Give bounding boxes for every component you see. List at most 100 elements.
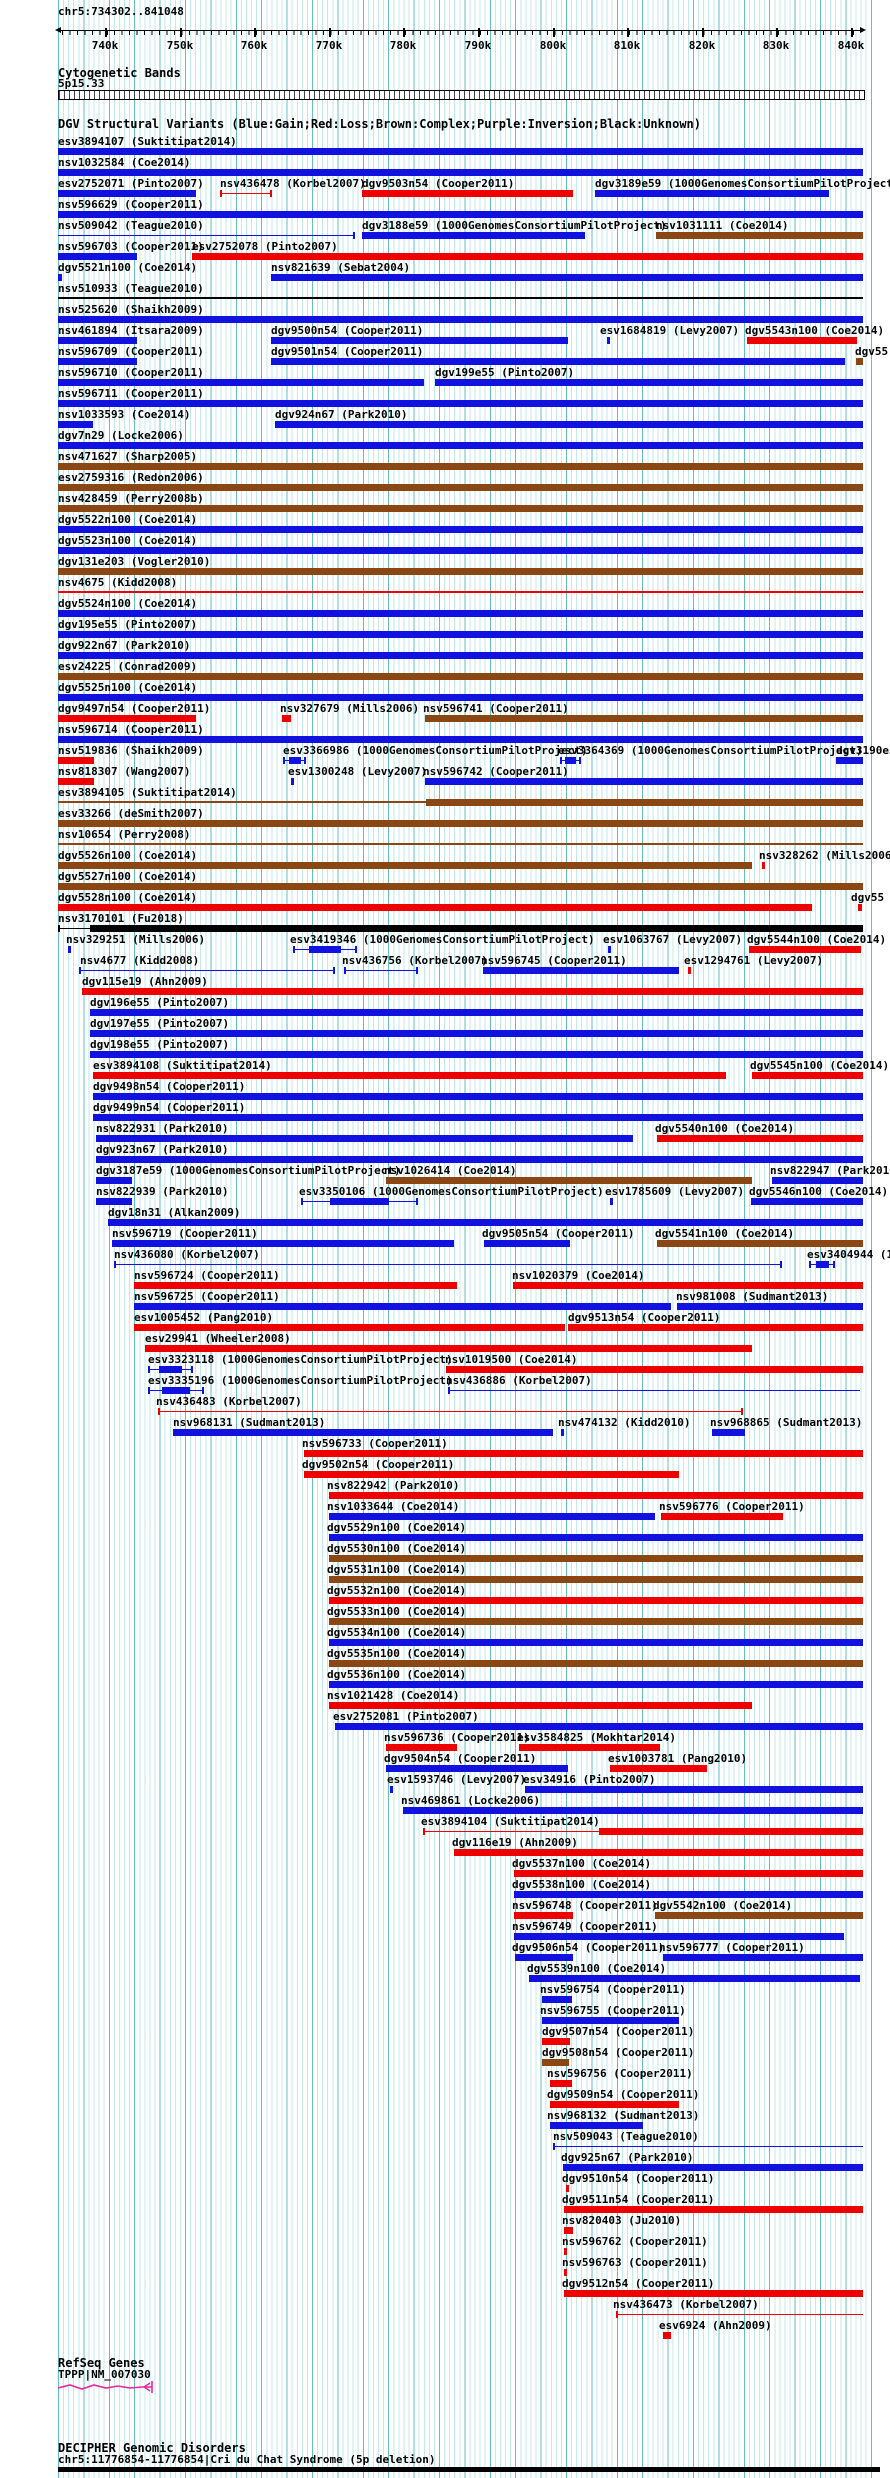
variant-bar-endcap[interactable]	[191, 1366, 193, 1373]
variant-bar[interactable]	[192, 253, 863, 260]
variant-bar[interactable]	[514, 1933, 844, 1940]
variant-bar[interactable]	[329, 1702, 752, 1709]
variant-bar[interactable]	[134, 1282, 457, 1289]
variant-bar[interactable]	[657, 1240, 863, 1247]
variant-bar-endcap[interactable]	[202, 1387, 204, 1394]
variant-bar[interactable]	[58, 652, 863, 659]
variant-bar[interactable]	[542, 2059, 569, 2066]
variant-bar[interactable]	[58, 801, 426, 803]
variant-bar[interactable]	[58, 694, 863, 701]
variant-bar-endcap[interactable]	[741, 1408, 743, 1415]
variant-bar[interactable]	[58, 610, 863, 617]
variant-bar[interactable]	[335, 1723, 863, 1730]
variant-bar[interactable]	[329, 1597, 863, 1604]
variant-bar-endcap[interactable]	[79, 967, 81, 974]
variant-bar[interactable]	[96, 1156, 863, 1163]
variant-bar[interactable]	[484, 1240, 570, 1247]
variant-bar[interactable]	[752, 1072, 863, 1079]
variant-bar[interactable]	[425, 715, 863, 722]
variant-bar[interactable]	[162, 1387, 190, 1394]
variant-bar[interactable]	[79, 970, 335, 971]
variant-bar[interactable]	[330, 1198, 389, 1205]
variant-bar[interactable]	[661, 1513, 783, 1520]
variant-bar[interactable]	[134, 1303, 671, 1310]
variant-bar[interactable]	[58, 778, 94, 785]
variant-bar[interactable]	[90, 1030, 863, 1037]
variant-bar[interactable]	[655, 1912, 863, 1919]
variant-bar[interactable]	[93, 1072, 726, 1079]
variant-bar[interactable]	[762, 862, 765, 869]
variant-bar[interactable]	[561, 1429, 564, 1436]
variant-bar[interactable]	[566, 2185, 569, 2192]
variant-bar[interactable]	[173, 1429, 553, 1436]
variant-bar[interactable]	[271, 274, 863, 281]
variant-bar-endcap[interactable]	[301, 1198, 303, 1205]
variant-bar[interactable]	[58, 337, 137, 344]
variant-bar[interactable]	[563, 2164, 863, 2171]
variant-bar[interactable]	[329, 1618, 863, 1625]
variant-bar-endcap[interactable]	[220, 190, 222, 197]
variant-bar[interactable]	[519, 1744, 660, 1751]
variant-bar[interactable]	[145, 1345, 752, 1352]
variant-bar[interactable]	[426, 799, 863, 806]
variant-bar[interactable]	[329, 1639, 863, 1646]
variant-bar[interactable]	[329, 1492, 863, 1499]
variant-bar[interactable]	[282, 715, 291, 722]
variant-bar[interactable]	[58, 928, 90, 929]
variant-bar[interactable]	[158, 1411, 743, 1412]
variant-bar[interactable]	[159, 1366, 182, 1373]
variant-bar[interactable]	[96, 1198, 132, 1205]
variant-bar[interactable]	[386, 1765, 568, 1772]
variant-bar[interactable]	[58, 547, 863, 554]
variant-bar[interactable]	[816, 1261, 829, 1268]
variant-bar[interactable]	[304, 1471, 679, 1478]
variant-bar-endcap[interactable]	[355, 946, 357, 953]
variant-bar[interactable]	[747, 337, 857, 344]
variant-bar-endcap[interactable]	[579, 757, 581, 764]
variant-bar[interactable]	[514, 1891, 863, 1898]
variant-bar[interactable]	[58, 526, 863, 533]
variant-bar[interactable]	[565, 757, 576, 764]
refseq-gene-glyph[interactable]	[58, 2380, 162, 2394]
variant-bar[interactable]	[112, 1240, 454, 1247]
variant-bar[interactable]	[483, 967, 679, 974]
variant-bar[interactable]	[514, 1912, 573, 1919]
variant-bar[interactable]	[423, 1831, 599, 1832]
variant-bar[interactable]	[58, 591, 863, 593]
variant-bar[interactable]	[525, 1786, 863, 1793]
variant-bar[interactable]	[513, 1282, 863, 1289]
decipher-region-bar[interactable]	[58, 2467, 880, 2472]
variant-bar-endcap[interactable]	[333, 967, 335, 974]
variant-bar[interactable]	[657, 1135, 863, 1142]
variant-bar[interactable]	[58, 843, 863, 845]
variant-bar[interactable]	[58, 316, 863, 323]
cytoband-bar[interactable]	[58, 90, 865, 100]
variant-bar[interactable]	[749, 946, 861, 953]
variant-bar-endcap[interactable]	[148, 1387, 150, 1394]
variant-bar[interactable]	[610, 1765, 707, 1772]
variant-bar[interactable]	[58, 297, 863, 299]
variant-bar[interactable]	[435, 379, 863, 386]
variant-bar[interactable]	[90, 1051, 863, 1058]
variant-bar[interactable]	[58, 862, 752, 869]
variant-bar[interactable]	[289, 757, 301, 764]
variant-bar[interactable]	[58, 274, 62, 281]
variant-bar[interactable]	[688, 967, 691, 974]
variant-bar[interactable]	[134, 1324, 565, 1331]
variant-bar[interactable]	[772, 1177, 863, 1184]
variant-bar[interactable]	[542, 1996, 572, 2003]
variant-bar[interactable]	[425, 778, 863, 785]
variant-bar[interactable]	[114, 1264, 782, 1265]
variant-bar[interactable]	[677, 1303, 863, 1310]
variant-bar[interactable]	[220, 193, 272, 194]
variant-bar[interactable]	[58, 715, 196, 722]
variant-bar[interactable]	[595, 190, 829, 197]
variant-bar[interactable]	[568, 1324, 863, 1331]
variant-bar[interactable]	[58, 442, 863, 449]
variant-bar[interactable]	[58, 379, 424, 386]
variant-bar[interactable]	[58, 820, 863, 827]
variant-bar[interactable]	[564, 2206, 863, 2213]
variant-bar[interactable]	[607, 337, 610, 344]
variant-bar-endcap[interactable]	[416, 967, 418, 974]
variant-bar[interactable]	[58, 400, 863, 407]
